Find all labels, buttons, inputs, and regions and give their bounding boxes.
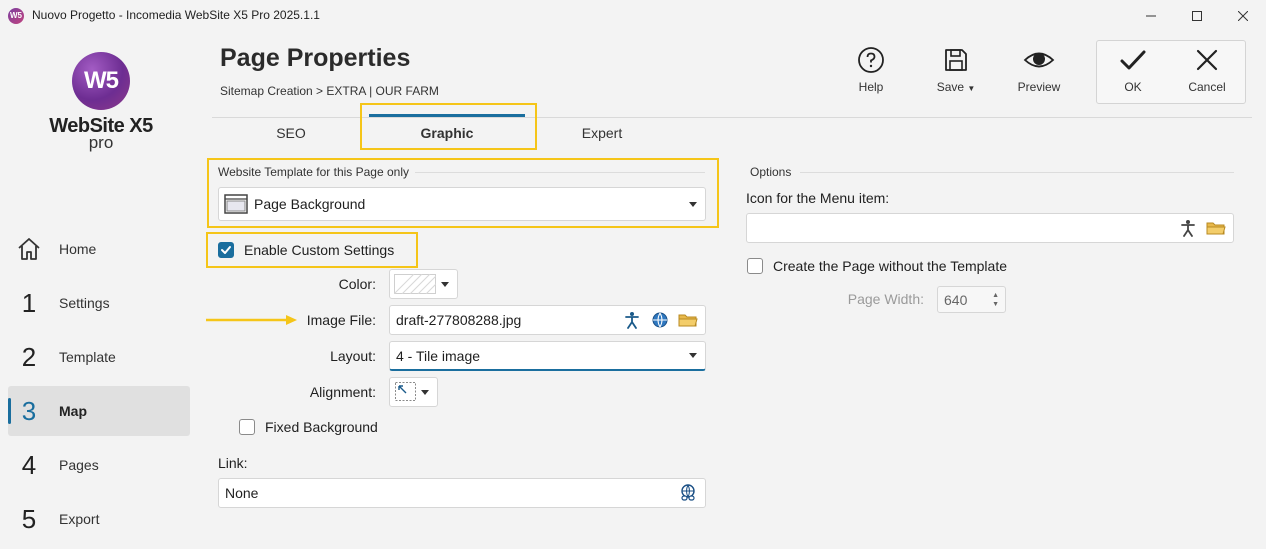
sidebar-item-number: 5 [21, 503, 37, 534]
logo-mark: W5 [72, 52, 130, 110]
sidebar-item-number: 4 [21, 449, 37, 480]
fixed-background-checkbox[interactable] [239, 419, 255, 435]
link-label: Link: [218, 455, 248, 471]
sidebar-item-label: Settings [59, 295, 110, 311]
sidebar-item-export[interactable]: 5 Export [8, 494, 190, 544]
logo-edition: pro [88, 133, 114, 152]
layout-value: 4 - Tile image [396, 347, 481, 364]
page-width-stepper[interactable]: 640 ▲ ▼ [937, 286, 1006, 313]
page-width-value: 640 [944, 291, 968, 308]
stepper-up-icon[interactable]: ▲ [992, 291, 999, 300]
save-button[interactable]: Save ▼ [926, 46, 986, 94]
template-section-label: Website Template for this Page only [218, 165, 409, 179]
link-value: None [225, 485, 259, 501]
app-icon: W5 [8, 8, 24, 24]
color-picker[interactable] [389, 269, 458, 299]
folder-icon[interactable] [1205, 217, 1227, 239]
help-button[interactable]: Help [841, 46, 901, 94]
help-label: Help [858, 80, 884, 94]
template-value: Page Background [254, 196, 366, 212]
sidebar-item-label: Template [59, 349, 116, 365]
save-label: Save [936, 80, 965, 94]
breadcrumb: Sitemap Creation > EXTRA | OUR FARM [220, 84, 439, 98]
page-background-icon [224, 194, 248, 214]
chevron-down-icon [441, 281, 449, 287]
chevron-down-icon [689, 353, 697, 358]
image-file-field[interactable]: draft-277808288.jpg [389, 305, 706, 335]
cancel-button[interactable]: Cancel [1177, 46, 1237, 94]
link-globe-icon[interactable] [677, 482, 699, 504]
sidebar-item-home[interactable]: Home [8, 224, 190, 274]
help-icon [858, 47, 884, 73]
layout-label: Layout: [330, 348, 376, 364]
sidebar-item-settings[interactable]: 1 Settings [8, 278, 190, 328]
image-file-label: Image File: [306, 312, 376, 328]
alignment-label: Alignment: [309, 384, 376, 400]
cancel-x-icon [1196, 49, 1218, 71]
menu-icon-label: Icon for the Menu item: [746, 190, 890, 206]
highlight-box-tab [360, 103, 537, 150]
tab-seo[interactable]: SEO [262, 125, 320, 141]
color-label: Color: [338, 276, 376, 292]
sidebar-item-label: Export [59, 511, 100, 527]
sidebar-item-template[interactable]: 2 Template [8, 332, 190, 382]
title-bar: W5 Nuovo Progetto - Incomedia WebSite X5… [0, 0, 1266, 32]
checkmark-icon [221, 246, 231, 254]
maximize-icon [1192, 11, 1202, 21]
chevron-down-icon [689, 201, 697, 207]
minimize-icon [1146, 15, 1156, 17]
sidebar-item-map[interactable]: 3 Map [8, 386, 190, 436]
chevron-down-icon [421, 389, 429, 395]
sidebar: W5 WebSite X5 pro Home 1 Settings 2 Temp… [0, 32, 200, 549]
ok-button[interactable]: OK [1103, 46, 1163, 94]
close-window-button[interactable] [1220, 0, 1266, 32]
sidebar-item-label: Home [59, 241, 97, 257]
chevron-down-icon: ▼ [967, 84, 976, 93]
alignment-dropdown[interactable] [389, 377, 438, 407]
window-title: Nuovo Progetto - Incomedia WebSite X5 Pr… [32, 8, 320, 22]
home-icon [8, 236, 50, 262]
save-icon [945, 49, 967, 71]
stepper-down-icon[interactable]: ▼ [992, 300, 999, 309]
no-template-label: Create the Page without the Template [773, 258, 1008, 274]
preview-button[interactable]: Preview [1009, 46, 1069, 94]
image-file-value: draft-277808288.jpg [396, 312, 522, 328]
accessibility-icon[interactable] [621, 309, 643, 331]
accessibility-icon[interactable] [1177, 217, 1199, 239]
enable-custom-checkbox[interactable] [218, 242, 234, 258]
maximize-button[interactable] [1174, 0, 1220, 32]
color-swatch [394, 274, 436, 294]
section-divider [415, 172, 705, 173]
preview-label: Preview [1017, 80, 1061, 94]
sidebar-item-number: 2 [21, 341, 37, 372]
enable-custom-label: Enable Custom Settings [244, 242, 395, 258]
close-icon [1238, 11, 1248, 21]
menu-icon-field[interactable] [746, 213, 1234, 243]
options-section-label: Options [750, 165, 792, 179]
globe-icon[interactable] [649, 309, 671, 331]
tab-expert[interactable]: Expert [560, 125, 644, 141]
sidebar-item-label: Pages [59, 457, 99, 473]
folder-icon[interactable] [677, 309, 699, 331]
align-top-left-icon [395, 382, 416, 401]
eye-icon [1023, 52, 1055, 68]
checkmark-icon [1120, 50, 1146, 70]
sidebar-item-pages[interactable]: 4 Pages [8, 440, 190, 490]
sidebar-item-number: 3 [21, 395, 37, 426]
ok-label: OK [1124, 80, 1142, 94]
sidebar-item-number: 1 [21, 287, 37, 318]
fixed-background-label: Fixed Background [265, 419, 378, 435]
cancel-label: Cancel [1188, 80, 1226, 94]
minimize-button[interactable] [1128, 0, 1174, 32]
layout-dropdown[interactable]: 4 - Tile image [389, 341, 706, 371]
link-field[interactable]: None [218, 478, 706, 508]
section-divider [800, 172, 1234, 173]
sidebar-item-label: Map [59, 403, 87, 419]
no-template-checkbox[interactable] [747, 258, 763, 274]
page-title: Page Properties [220, 44, 411, 72]
page-width-label: Page Width: [847, 291, 924, 307]
template-dropdown[interactable]: Page Background [218, 187, 706, 221]
